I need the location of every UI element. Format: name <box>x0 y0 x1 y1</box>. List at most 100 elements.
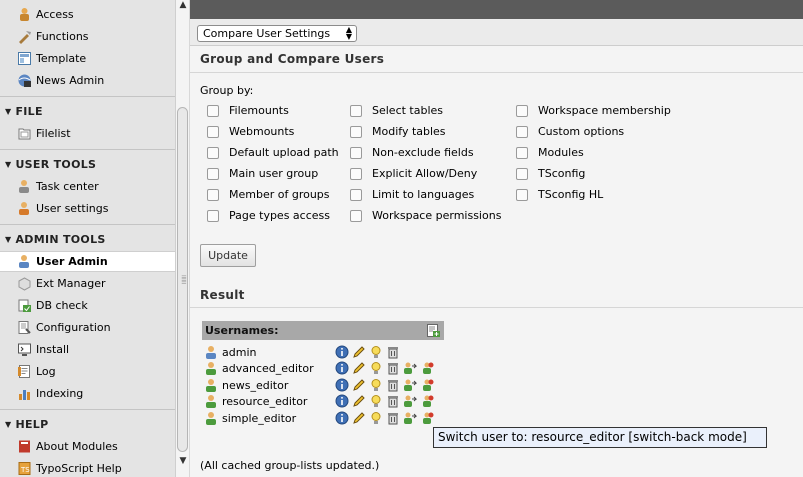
checkbox-box[interactable] <box>350 146 362 159</box>
sidebar-scrollbar[interactable]: ▲ = = = ▼ <box>175 0 190 477</box>
sidebar-item-install[interactable]: Install <box>0 339 175 360</box>
switch-user-icon[interactable] <box>403 394 417 408</box>
info-icon[interactable] <box>335 394 349 408</box>
checkbox-workspace-permissions[interactable]: Workspace permissions <box>350 209 501 222</box>
group-by-label: Group by: <box>200 84 254 97</box>
scroll-down-arrow-icon[interactable]: ▼ <box>178 456 188 466</box>
switch-user-icon[interactable] <box>403 378 417 392</box>
lightbulb-icon[interactable] <box>369 411 383 425</box>
checkbox-limit-to-languages[interactable]: Limit to languages <box>350 188 474 201</box>
switch-user-back-icon[interactable] <box>420 361 434 375</box>
update-button[interactable]: Update <box>200 244 256 267</box>
trash-icon[interactable] <box>386 345 400 359</box>
info-icon[interactable] <box>335 361 349 375</box>
sidebar-item-indexing[interactable]: Indexing <box>0 383 175 404</box>
checkbox-label: Limit to languages <box>372 188 475 201</box>
admin-user-icon <box>206 346 216 359</box>
checkbox-box[interactable] <box>516 104 528 117</box>
sidebar-item-functions[interactable]: Functions <box>0 26 175 47</box>
trash-icon[interactable] <box>386 411 400 425</box>
checkbox-box[interactable] <box>350 209 362 222</box>
lightbulb-icon[interactable] <box>369 378 383 392</box>
checkbox-box[interactable] <box>207 167 219 180</box>
checkbox-webmounts[interactable]: Webmounts <box>207 125 294 138</box>
checkbox-select-tables[interactable]: Select tables <box>350 104 443 117</box>
checkbox-workspace-membership[interactable]: Workspace membership <box>516 104 671 117</box>
checkbox-tsconfig[interactable]: TSconfig <box>516 167 585 180</box>
sidebar-item-filelist[interactable]: Filelist <box>0 123 175 144</box>
checkbox-box[interactable] <box>516 188 528 201</box>
lightbulb-icon[interactable] <box>369 361 383 375</box>
trash-icon[interactable] <box>386 361 400 375</box>
switch-user-back-icon[interactable] <box>420 394 434 408</box>
user-actions <box>335 361 437 375</box>
checkbox-main-user-group[interactable]: Main user group <box>207 167 318 180</box>
edit-pencil-icon[interactable] <box>352 361 366 375</box>
sidebar-section-admin-tools[interactable]: ▼ ADMIN TOOLS <box>0 228 175 250</box>
info-icon[interactable] <box>335 411 349 425</box>
sidebar-item-label: Ext Manager <box>36 277 106 290</box>
lightbulb-icon[interactable] <box>369 345 383 359</box>
edit-pencil-icon[interactable] <box>352 394 366 408</box>
sidebar-section-user-tools[interactable]: ▼ USER TOOLS <box>0 153 175 175</box>
checkbox-box[interactable] <box>350 167 362 180</box>
checkbox-box[interactable] <box>207 146 219 159</box>
checkbox-tsconfig-hl[interactable]: TSconfig HL <box>516 188 603 201</box>
checkbox-member-of-groups[interactable]: Member of groups <box>207 188 330 201</box>
usernames-header-label: Usernames: <box>205 324 279 337</box>
edit-pencil-icon[interactable] <box>352 345 366 359</box>
checkbox-box[interactable] <box>207 209 219 222</box>
checkbox-page-types-access[interactable]: Page types access <box>207 209 330 222</box>
checkbox-modify-tables[interactable]: Modify tables <box>350 125 446 138</box>
checkbox-box[interactable] <box>350 125 362 138</box>
checkbox-box[interactable] <box>516 167 528 180</box>
checkbox-custom-options[interactable]: Custom options <box>516 125 624 138</box>
sidebar-item-log[interactable]: Log <box>0 361 175 382</box>
checkbox-box[interactable] <box>516 125 528 138</box>
scrollbar-thumb[interactable]: = = = <box>177 107 188 452</box>
sidebar-item-db-check[interactable]: DB check <box>0 295 175 316</box>
checkbox-default-upload-path[interactable]: Default upload path <box>207 146 339 159</box>
user-settings-icon <box>19 202 29 215</box>
sidebar-item-about-modules[interactable]: About Modules <box>0 436 175 457</box>
sidebar-item-user-admin[interactable]: User Admin <box>0 251 175 272</box>
switch-user-icon[interactable] <box>403 411 417 425</box>
sidebar-item-news-admin[interactable]: News Admin <box>0 70 175 91</box>
sidebar-section-file[interactable]: ▼ FILE <box>0 100 175 122</box>
checkbox-explicit-allow-deny[interactable]: Explicit Allow/Deny <box>350 167 477 180</box>
trash-icon[interactable] <box>386 394 400 408</box>
switch-user-icon[interactable] <box>403 361 417 375</box>
edit-pencil-icon[interactable] <box>352 411 366 425</box>
sidebar-item-typoscript-help[interactable]: TS TypoScript Help <box>0 458 175 477</box>
checkbox-box[interactable] <box>207 104 219 117</box>
trash-icon[interactable] <box>386 378 400 392</box>
lightbulb-icon[interactable] <box>369 394 383 408</box>
sidebar-item-configuration[interactable]: Configuration <box>0 317 175 338</box>
checkbox-modules[interactable]: Modules <box>516 146 584 159</box>
switch-user-back-icon[interactable] <box>420 411 434 425</box>
sidebar-section-help[interactable]: ▼ HELP <box>0 413 175 435</box>
sidebar-item-ext-manager[interactable]: Ext Manager <box>0 273 175 294</box>
export-list-icon[interactable] <box>427 324 440 337</box>
checkbox-non-exclude-fields[interactable]: Non-exclude fields <box>350 146 474 159</box>
checkbox-box[interactable] <box>350 188 362 201</box>
user-actions <box>335 394 437 408</box>
sidebar-item-template[interactable]: Template <box>0 48 175 69</box>
sidebar-item-task-center[interactable]: Task center <box>0 176 175 197</box>
checkbox-label: Default upload path <box>229 146 339 159</box>
checkbox-box[interactable] <box>207 125 219 138</box>
checkbox-box[interactable] <box>207 188 219 201</box>
scroll-up-arrow-icon[interactable]: ▲ <box>178 0 188 10</box>
checkbox-box[interactable] <box>350 104 362 117</box>
sidebar-item-user-settings[interactable]: User settings <box>0 198 175 219</box>
info-icon[interactable] <box>335 345 349 359</box>
checkbox-filemounts[interactable]: Filemounts <box>207 104 289 117</box>
edit-pencil-icon[interactable] <box>352 378 366 392</box>
switch-user-back-icon[interactable] <box>420 378 434 392</box>
info-icon[interactable] <box>335 378 349 392</box>
checkbox-box[interactable] <box>516 146 528 159</box>
svg-text:TS: TS <box>20 466 30 474</box>
function-menu-select[interactable]: Compare User Settings ▲ ▼ <box>197 25 357 42</box>
sidebar-item-access[interactable]: Access <box>0 4 175 25</box>
template-icon <box>18 52 31 65</box>
